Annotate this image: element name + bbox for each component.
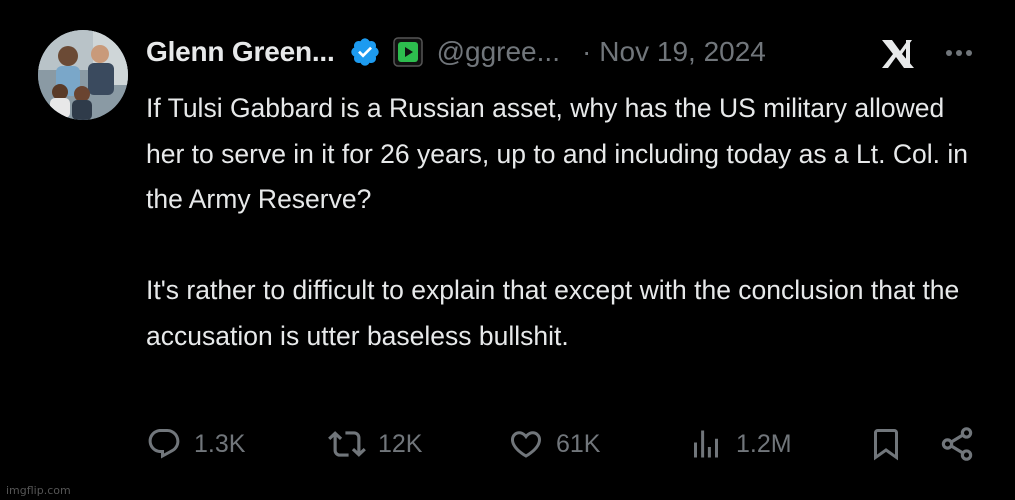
views-icon [694,430,718,458]
bookmark-icon [874,429,898,461]
views-button[interactable]: 1.2M [688,424,792,464]
tweet-paragraph: If Tulsi Gabbard is a Russian asset, why… [146,93,968,214]
repost-count: 12K [378,429,423,458]
header-separator: · [581,36,592,67]
action-bar: 1.3K 12K 61K 1.2M [0,420,1015,470]
like-button[interactable]: 61K [508,424,600,464]
avatar[interactable] [38,30,128,120]
share-button[interactable] [938,424,976,464]
tweet-paragraph: It's rather to difficult to explain that… [146,275,960,351]
verified-badge-icon [349,36,381,68]
avatar-photo [38,30,128,120]
repost-button[interactable]: 12K [328,424,422,464]
tweet-header: Glenn Green... @ggree... · Nov 19, 2024 [146,30,986,74]
author-handle[interactable]: @ggree... [437,36,560,68]
like-count: 61K [556,429,601,458]
reply-icon [148,429,180,459]
share-icon [941,427,973,461]
like-icon [510,431,542,458]
grok-icon[interactable] [878,36,918,72]
tweet-card: Glenn Green... @ggree... · Nov 19, 2024 [0,0,1015,500]
imgflip-watermark: imgflip.com [6,484,71,497]
repost-icon [328,431,366,457]
reply-count: 1.3K [194,429,246,458]
tweet-text: If Tulsi Gabbard is a Russian asset, why… [146,86,976,359]
bookmark-button[interactable] [868,424,904,464]
reply-button[interactable]: 1.3K [146,424,245,464]
more-icon[interactable] [942,36,976,70]
affiliate-badge-icon[interactable] [392,37,423,67]
author-name[interactable]: Glenn Green... [146,36,335,68]
views-count: 1.2M [736,429,792,458]
tweet-date[interactable]: Nov 19, 2024 [599,36,766,68]
